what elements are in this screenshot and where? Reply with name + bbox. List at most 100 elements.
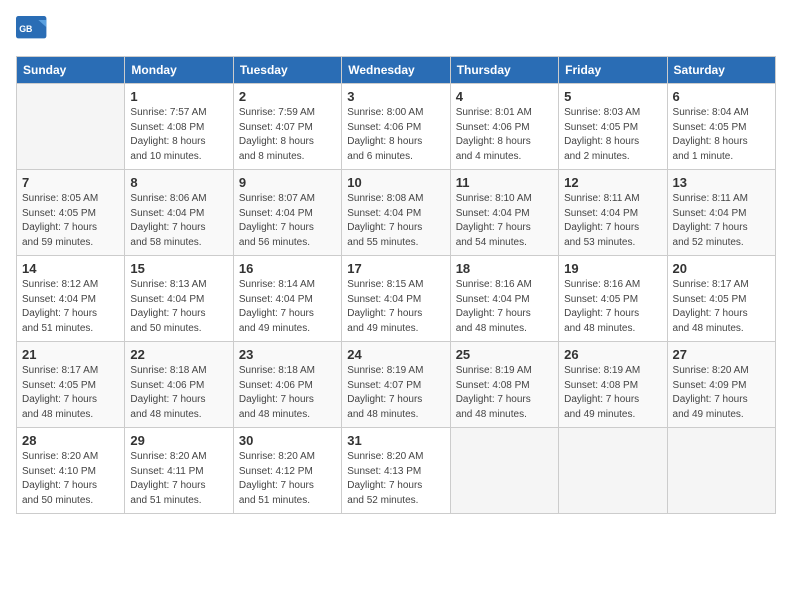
calendar-cell: 18 Sunrise: 8:16 AM Sunset: 4:04 PM Dayli… xyxy=(450,256,558,342)
day-number: 18 xyxy=(456,261,553,276)
weekday-header-monday: Monday xyxy=(125,57,233,84)
calendar-cell: 12Sunrise: 8:11 AM Sunset: 4:04 PM Dayli… xyxy=(559,170,667,256)
day-info: Sunrise: 8:06 AM Sunset: 4:04 PM Dayligh… xyxy=(130,192,227,250)
calendar-week-row: 14 Sunrise: 8:12 AM Sunset: 4:04 PM Dayli… xyxy=(17,256,776,342)
day-info: Sunrise: 8:11 AM Sunset: 4:04 PM Dayligh… xyxy=(564,192,661,250)
calendar-cell xyxy=(559,428,667,514)
page-header: GB xyxy=(16,16,776,44)
day-number: 1 xyxy=(130,89,227,104)
day-number: 27 xyxy=(673,347,770,362)
calendar-cell: 1 Sunrise: 7:57 AM Sunset: 4:08 PM Daylig… xyxy=(125,84,233,170)
day-info: Sunrise: 8:19 AM Sunset: 4:07 PM Dayligh… xyxy=(347,364,444,422)
day-number: 5 xyxy=(564,89,661,104)
calendar-cell: 20Sunrise: 8:17 AM Sunset: 4:05 PM Dayli… xyxy=(667,256,775,342)
day-info: Sunrise: 8:19 AM Sunset: 4:08 PM Dayligh… xyxy=(564,364,661,422)
calendar-week-row: 7 Sunrise: 8:05 AM Sunset: 4:05 PM Daylig… xyxy=(17,170,776,256)
calendar-cell: 24 Sunrise: 8:19 AM Sunset: 4:07 PM Dayli… xyxy=(342,342,450,428)
calendar-header-row: SundayMondayTuesdayWednesdayThursdayFrid… xyxy=(17,57,776,84)
day-number: 30 xyxy=(239,433,336,448)
weekday-header-wednesday: Wednesday xyxy=(342,57,450,84)
day-number: 9 xyxy=(239,175,336,190)
day-number: 7 xyxy=(22,175,119,190)
calendar-week-row: 28Sunrise: 8:20 AM Sunset: 4:10 PM Dayli… xyxy=(17,428,776,514)
day-number: 25 xyxy=(456,347,553,362)
day-number: 22 xyxy=(130,347,227,362)
day-number: 23 xyxy=(239,347,336,362)
day-info: Sunrise: 8:20 AM Sunset: 4:13 PM Dayligh… xyxy=(347,450,444,508)
day-info: Sunrise: 8:19 AM Sunset: 4:08 PM Dayligh… xyxy=(456,364,553,422)
calendar-cell: 6 Sunrise: 8:04 AM Sunset: 4:05 PM Daylig… xyxy=(667,84,775,170)
day-number: 11 xyxy=(456,175,553,190)
day-number: 16 xyxy=(239,261,336,276)
calendar-cell: 5 Sunrise: 8:03 AM Sunset: 4:05 PM Daylig… xyxy=(559,84,667,170)
day-number: 8 xyxy=(130,175,227,190)
day-info: Sunrise: 8:08 AM Sunset: 4:04 PM Dayligh… xyxy=(347,192,444,250)
calendar-cell: 28Sunrise: 8:20 AM Sunset: 4:10 PM Dayli… xyxy=(17,428,125,514)
calendar-table: SundayMondayTuesdayWednesdayThursdayFrid… xyxy=(16,56,776,514)
day-info: Sunrise: 8:03 AM Sunset: 4:05 PM Dayligh… xyxy=(564,106,661,164)
day-info: Sunrise: 8:04 AM Sunset: 4:05 PM Dayligh… xyxy=(673,106,770,164)
day-info: Sunrise: 8:07 AM Sunset: 4:04 PM Dayligh… xyxy=(239,192,336,250)
day-number: 4 xyxy=(456,89,553,104)
day-info: Sunrise: 7:59 AM Sunset: 4:07 PM Dayligh… xyxy=(239,106,336,164)
calendar-cell xyxy=(450,428,558,514)
day-number: 3 xyxy=(347,89,444,104)
day-number: 10 xyxy=(347,175,444,190)
calendar-cell xyxy=(17,84,125,170)
day-info: Sunrise: 7:57 AM Sunset: 4:08 PM Dayligh… xyxy=(130,106,227,164)
day-info: Sunrise: 8:12 AM Sunset: 4:04 PM Dayligh… xyxy=(22,278,119,336)
calendar-week-row: 1 Sunrise: 7:57 AM Sunset: 4:08 PM Daylig… xyxy=(17,84,776,170)
day-number: 24 xyxy=(347,347,444,362)
day-info: Sunrise: 8:10 AM Sunset: 4:04 PM Dayligh… xyxy=(456,192,553,250)
calendar-cell: 22 Sunrise: 8:18 AM Sunset: 4:06 PM Dayli… xyxy=(125,342,233,428)
calendar-cell: 2 Sunrise: 7:59 AM Sunset: 4:07 PM Daylig… xyxy=(233,84,341,170)
calendar-cell: 25 Sunrise: 8:19 AM Sunset: 4:08 PM Dayli… xyxy=(450,342,558,428)
day-number: 15 xyxy=(130,261,227,276)
calendar-cell xyxy=(667,428,775,514)
day-info: Sunrise: 8:20 AM Sunset: 4:12 PM Dayligh… xyxy=(239,450,336,508)
day-info: Sunrise: 8:18 AM Sunset: 4:06 PM Dayligh… xyxy=(130,364,227,422)
day-info: Sunrise: 8:17 AM Sunset: 4:05 PM Dayligh… xyxy=(673,278,770,336)
day-number: 2 xyxy=(239,89,336,104)
calendar-cell: 17Sunrise: 8:15 AM Sunset: 4:04 PM Dayli… xyxy=(342,256,450,342)
day-number: 26 xyxy=(564,347,661,362)
day-number: 31 xyxy=(347,433,444,448)
day-info: Sunrise: 8:16 AM Sunset: 4:04 PM Dayligh… xyxy=(456,278,553,336)
weekday-header-thursday: Thursday xyxy=(450,57,558,84)
day-number: 6 xyxy=(673,89,770,104)
calendar-cell: 4 Sunrise: 8:01 AM Sunset: 4:06 PM Daylig… xyxy=(450,84,558,170)
day-info: Sunrise: 8:15 AM Sunset: 4:04 PM Dayligh… xyxy=(347,278,444,336)
day-info: Sunrise: 8:13 AM Sunset: 4:04 PM Dayligh… xyxy=(130,278,227,336)
calendar-cell: 8 Sunrise: 8:06 AM Sunset: 4:04 PM Daylig… xyxy=(125,170,233,256)
day-info: Sunrise: 8:00 AM Sunset: 4:06 PM Dayligh… xyxy=(347,106,444,164)
weekday-header-friday: Friday xyxy=(559,57,667,84)
day-number: 21 xyxy=(22,347,119,362)
svg-text:GB: GB xyxy=(19,24,32,34)
calendar-cell: 30 Sunrise: 8:20 AM Sunset: 4:12 PM Dayli… xyxy=(233,428,341,514)
day-info: Sunrise: 8:17 AM Sunset: 4:05 PM Dayligh… xyxy=(22,364,119,422)
calendar-week-row: 21 Sunrise: 8:17 AM Sunset: 4:05 PM Dayli… xyxy=(17,342,776,428)
weekday-header-saturday: Saturday xyxy=(667,57,775,84)
day-info: Sunrise: 8:20 AM Sunset: 4:09 PM Dayligh… xyxy=(673,364,770,422)
calendar-cell: 27 Sunrise: 8:20 AM Sunset: 4:09 PM Dayli… xyxy=(667,342,775,428)
day-info: Sunrise: 8:01 AM Sunset: 4:06 PM Dayligh… xyxy=(456,106,553,164)
calendar-cell: 3 Sunrise: 8:00 AM Sunset: 4:06 PM Daylig… xyxy=(342,84,450,170)
day-number: 19 xyxy=(564,261,661,276)
calendar-cell: 15 Sunrise: 8:13 AM Sunset: 4:04 PM Dayli… xyxy=(125,256,233,342)
day-info: Sunrise: 8:16 AM Sunset: 4:05 PM Dayligh… xyxy=(564,278,661,336)
calendar-cell: 13Sunrise: 8:11 AM Sunset: 4:04 PM Dayli… xyxy=(667,170,775,256)
day-info: Sunrise: 8:05 AM Sunset: 4:05 PM Dayligh… xyxy=(22,192,119,250)
calendar-cell: 26 Sunrise: 8:19 AM Sunset: 4:08 PM Dayli… xyxy=(559,342,667,428)
calendar-cell: 7 Sunrise: 8:05 AM Sunset: 4:05 PM Daylig… xyxy=(17,170,125,256)
logo-icon: GB xyxy=(16,16,48,44)
calendar-cell: 14 Sunrise: 8:12 AM Sunset: 4:04 PM Dayli… xyxy=(17,256,125,342)
calendar-cell: 11 Sunrise: 8:10 AM Sunset: 4:04 PM Dayli… xyxy=(450,170,558,256)
day-number: 14 xyxy=(22,261,119,276)
logo: GB xyxy=(16,16,52,44)
day-info: Sunrise: 8:20 AM Sunset: 4:11 PM Dayligh… xyxy=(130,450,227,508)
day-number: 13 xyxy=(673,175,770,190)
calendar-cell: 10 Sunrise: 8:08 AM Sunset: 4:04 PM Dayli… xyxy=(342,170,450,256)
calendar-cell: 31 Sunrise: 8:20 AM Sunset: 4:13 PM Dayli… xyxy=(342,428,450,514)
calendar-cell: 9 Sunrise: 8:07 AM Sunset: 4:04 PM Daylig… xyxy=(233,170,341,256)
calendar-cell: 29Sunrise: 8:20 AM Sunset: 4:11 PM Dayli… xyxy=(125,428,233,514)
